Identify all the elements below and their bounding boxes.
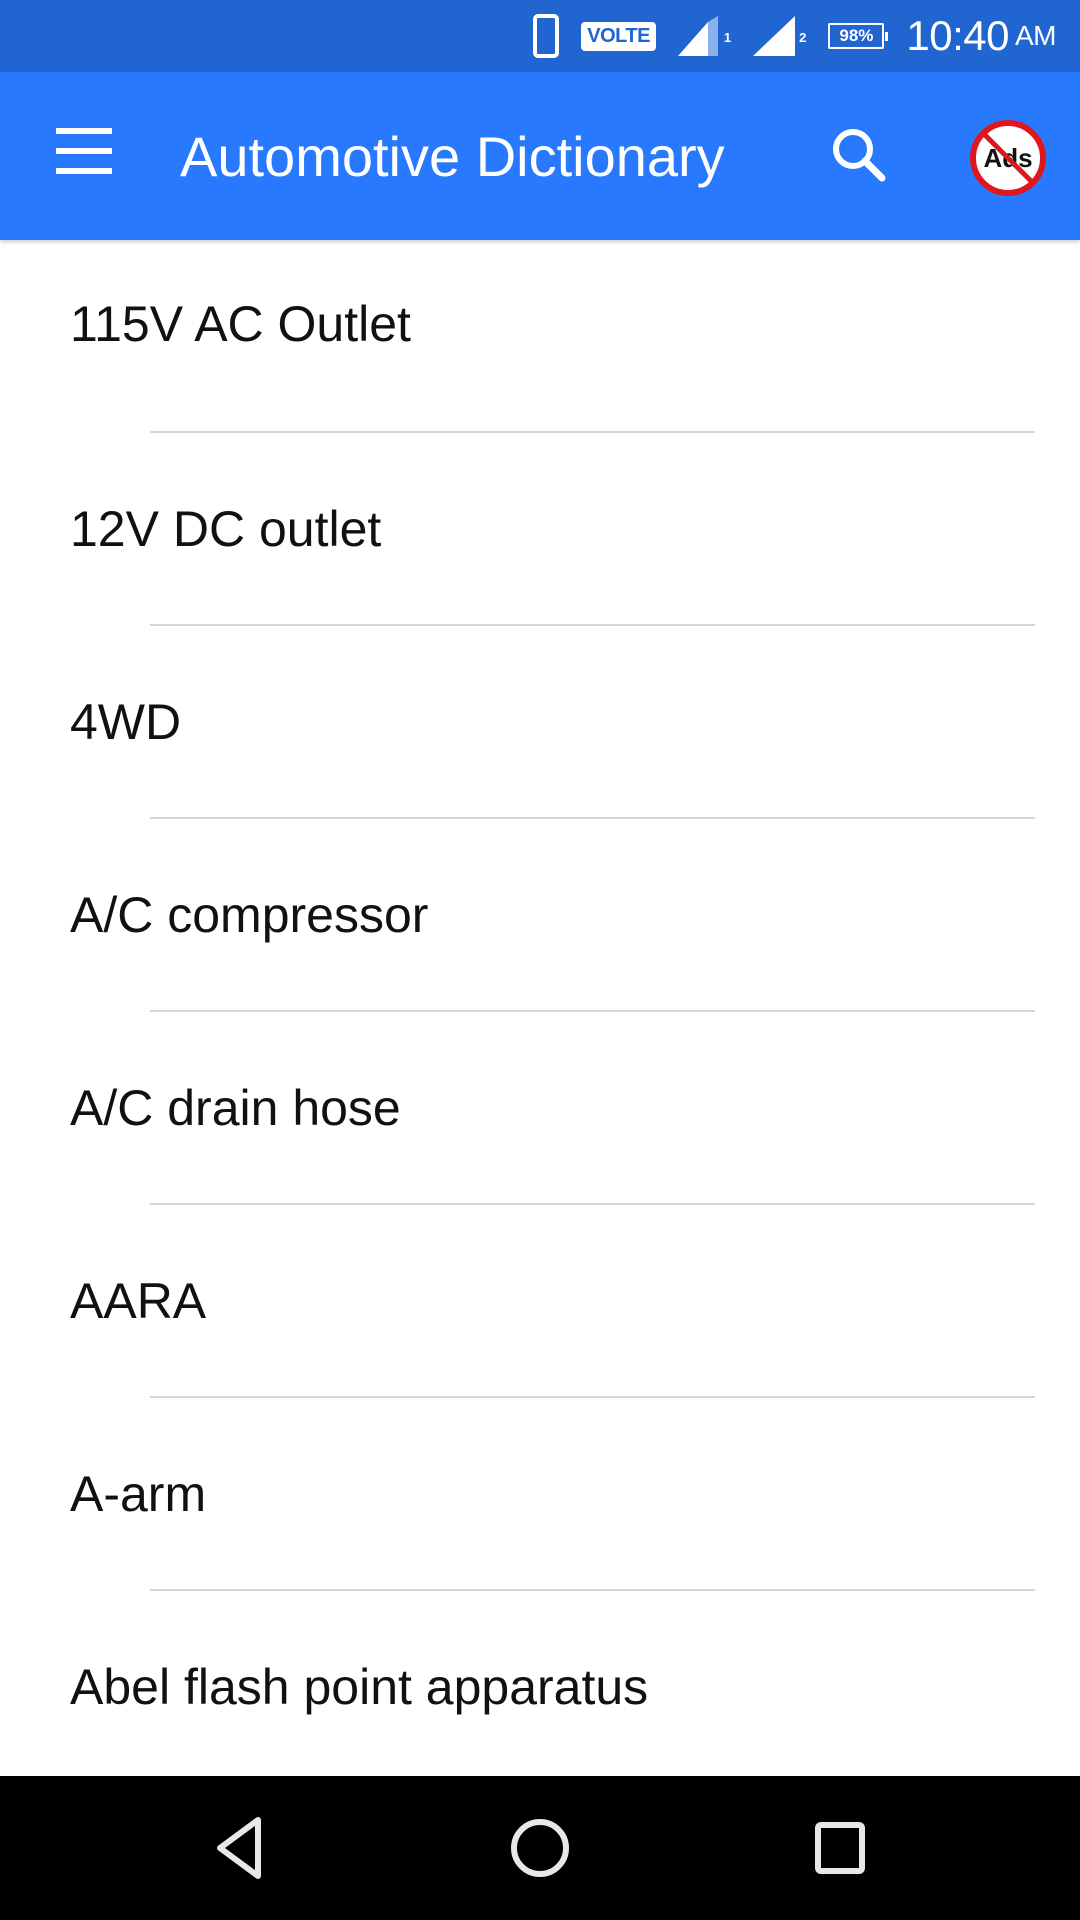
home-icon[interactable] xyxy=(490,1808,590,1888)
list-item[interactable]: 4WD xyxy=(0,626,1080,819)
no-ads-icon: Ads xyxy=(970,120,1046,196)
sim1-label: 1 xyxy=(723,29,732,45)
status-clock: 10:40 AM xyxy=(906,12,1056,60)
term-label: 115V AC Outlet xyxy=(70,296,411,352)
clock-time: 10:40 xyxy=(906,12,1009,59)
battery-indicator: 98% xyxy=(828,23,889,49)
app-title: Automotive Dictionary xyxy=(180,125,725,188)
list-item[interactable]: AARA xyxy=(0,1205,1080,1398)
search-icon[interactable] xyxy=(820,116,900,196)
term-label: 12V DC outlet xyxy=(70,501,382,557)
term-label: 4WD xyxy=(70,694,182,750)
recents-icon[interactable] xyxy=(790,1808,890,1888)
signal-sim1: 1 xyxy=(677,16,732,56)
phone-outline-icon xyxy=(533,14,560,58)
list-item[interactable]: 12V DC outlet xyxy=(0,433,1080,626)
remove-ads-button[interactable]: Ads xyxy=(966,116,1050,200)
app-bar: Automotive Dictionary Ads xyxy=(0,72,1080,240)
list-item[interactable]: Abel flash point apparatus xyxy=(0,1591,1080,1784)
list-item[interactable]: A/C drain hose xyxy=(0,1012,1080,1205)
hamburger-menu-icon[interactable] xyxy=(40,118,128,190)
term-label: Abel flash point apparatus xyxy=(70,1659,649,1715)
list-item[interactable]: A-arm xyxy=(0,1398,1080,1591)
term-label: A/C drain hose xyxy=(70,1080,401,1136)
list-item[interactable]: A/C compressor xyxy=(0,819,1080,1012)
back-icon[interactable] xyxy=(190,1808,290,1888)
clock-ampm: AM xyxy=(1015,20,1057,51)
term-label: AARA xyxy=(70,1273,207,1329)
list-item[interactable]: 115V AC Outlet xyxy=(0,240,1080,433)
status-bar: VOLTE 1 2 98% 10:40 AM xyxy=(0,0,1080,72)
signal-strength-icon xyxy=(677,16,718,56)
signal-sim2: 2 xyxy=(753,16,806,56)
term-label: A-arm xyxy=(70,1466,207,1522)
sim2-label: 2 xyxy=(799,29,807,45)
term-label: A/C compressor xyxy=(70,887,429,943)
system-nav-bar xyxy=(0,1776,1080,1920)
volte-badge: VOLTE xyxy=(581,21,656,51)
terms-list: 115V AC Outlet 12V DC outlet 4WD A/C com… xyxy=(0,240,1080,1784)
signal-strength-icon xyxy=(753,16,796,56)
